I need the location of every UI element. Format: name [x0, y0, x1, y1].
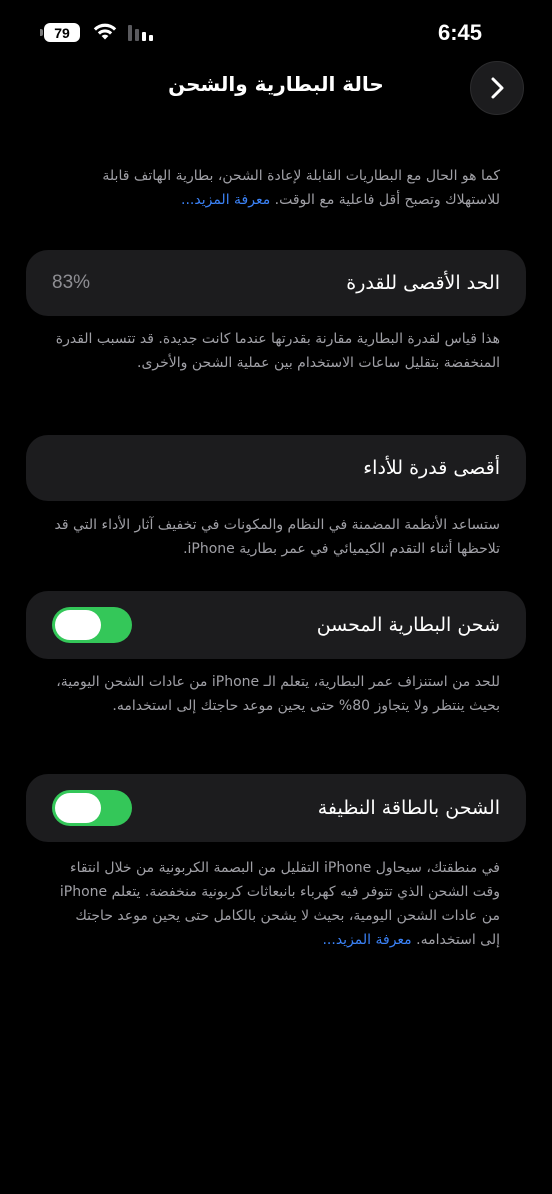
clean-energy-toggle[interactable]	[52, 790, 132, 826]
max-capacity-label: الحد الأقصى للقدرة	[346, 272, 500, 294]
intro-text: كما هو الحال مع البطاريات القابلة لإعادة…	[102, 168, 500, 208]
optimized-charging-label: شحن البطارية المحسن	[316, 614, 500, 636]
cellular-signal-icon	[128, 25, 153, 41]
max-capacity-value: 83%	[52, 272, 91, 293]
clean-energy-label: الشحن بالطاقة النظيفة	[317, 797, 500, 819]
intro-description: كما هو الحال مع البطاريات القابلة لإعادة…	[54, 164, 500, 212]
wifi-icon	[93, 23, 117, 40]
battery-level: 79	[54, 24, 70, 41]
clean-energy-description: في منطقتك، سيحاول iPhone التقليل من البص…	[54, 856, 500, 952]
clean-energy-text: في منطقتك، سيحاول iPhone التقليل من البص…	[59, 860, 500, 948]
clean-energy-cell: الشحن بالطاقة النظيفة	[26, 774, 526, 842]
max-capacity-description: هذا قياس لقدرة البطارية مقارنة بقدرتها ع…	[55, 331, 500, 371]
optimized-charging-toggle[interactable]	[52, 607, 132, 643]
max-capacity-cell: الحد الأقصى للقدرة 83%	[26, 250, 526, 316]
battery-cap	[40, 29, 43, 36]
status-time: 6:45	[437, 20, 482, 45]
optimized-charging-cell: شحن البطارية المحسن	[26, 591, 526, 659]
learn-more-link[interactable]: معرفة المزيد...	[322, 932, 411, 948]
battery-icon: 79	[44, 23, 80, 42]
optimized-charging-description: للحد من استنزاف عمر البطارية، يتعلم الـ …	[56, 674, 500, 714]
chevron-right-icon	[491, 77, 504, 99]
peak-performance-label: أقصى قدرة للأداء	[363, 457, 500, 479]
peak-performance-description: ستساعد الأنظمة المضمنة في النظام والمكون…	[54, 517, 500, 557]
learn-more-link[interactable]: معرفة المزيد...	[181, 192, 270, 208]
status-bar: 79 6:45	[0, 18, 552, 48]
toggle-knob	[55, 610, 101, 640]
peak-performance-cell[interactable]: أقصى قدرة للأداء	[26, 435, 526, 501]
toggle-knob	[55, 793, 101, 823]
back-button[interactable]	[470, 61, 524, 115]
battery-health-screen: 79 6:45 حالة البطارية والشحن كما هو الحا…	[0, 0, 552, 1194]
